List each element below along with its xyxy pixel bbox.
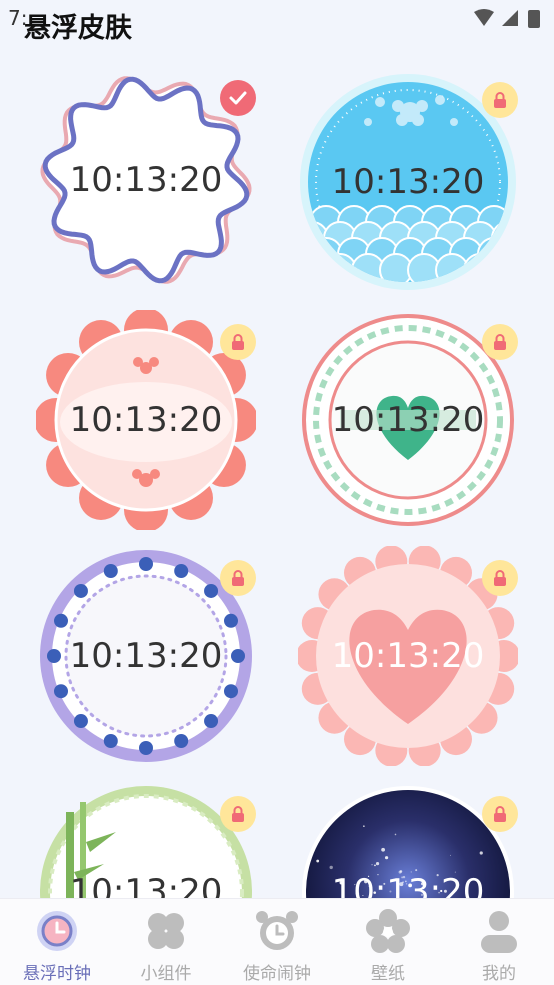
tab-label: 我的 [444, 959, 554, 984]
flower-icon [364, 907, 412, 955]
tab-label: 使命闹钟 [222, 959, 332, 984]
lock-icon [220, 796, 256, 832]
lock-icon [220, 560, 256, 596]
skin-time: 10:13:20 [36, 782, 256, 898]
lock-icon [482, 560, 518, 596]
skin-card-galaxy[interactable]: 10:13:20 [298, 782, 518, 898]
skin-card-bamboo[interactable]: 10:13:20 [36, 782, 256, 898]
tab-me[interactable]: 我的 [444, 907, 554, 983]
alarm-clock-icon [253, 907, 301, 955]
tab-floating-clock[interactable]: 悬浮时钟 [2, 907, 112, 983]
skin-grid: 10:13:20 10:13:20 [0, 60, 554, 898]
tab-mission-alarm[interactable]: 使命闹钟 [222, 907, 332, 983]
clover-icon [142, 907, 190, 955]
tab-label: 小组件 [111, 959, 221, 984]
lock-icon [482, 324, 518, 360]
lock-icon [482, 796, 518, 832]
clock-icon [33, 907, 81, 955]
skin-time: 10:13:20 [298, 782, 518, 898]
page-title: 悬浮皮肤 [24, 6, 132, 45]
person-icon [475, 907, 523, 955]
lock-icon [482, 82, 518, 118]
status-signal-icon [472, 8, 544, 30]
bottom-tab-bar: 悬浮时钟 小组件 使命闹钟 壁纸 [0, 898, 554, 985]
tab-label: 壁纸 [333, 959, 443, 984]
selected-check-icon [220, 80, 256, 116]
lock-icon [220, 324, 256, 360]
tab-wallpaper[interactable]: 壁纸 [333, 907, 443, 983]
tab-widgets[interactable]: 小组件 [111, 907, 221, 983]
tab-label: 悬浮时钟 [2, 959, 112, 984]
